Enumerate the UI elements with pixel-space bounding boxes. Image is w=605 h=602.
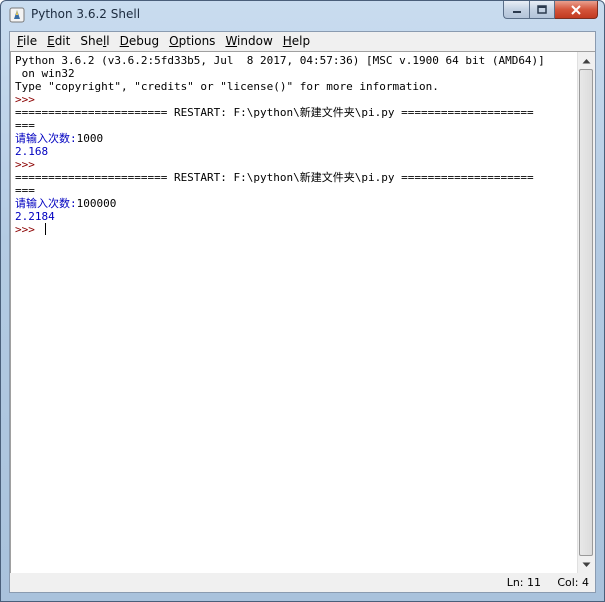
shell-text: on win32 [15, 67, 75, 80]
close-button[interactable] [555, 1, 598, 19]
close-icon [571, 4, 581, 15]
shell-text: 2.2184 [15, 210, 55, 223]
shell-text: ======================= RESTART: F:\pyth… [15, 106, 534, 119]
arrow-down-icon [582, 562, 591, 567]
shell-output: Python 3.6.2 (v3.6.2:5fd33b5, Jul 8 2017… [15, 54, 575, 573]
menu-debug[interactable]: Debug [115, 32, 164, 51]
text-cursor [44, 223, 46, 235]
shell-text-area[interactable]: Python 3.6.2 (v3.6.2:5fd33b5, Jul 8 2017… [10, 51, 595, 573]
shell-line: === [15, 184, 575, 197]
shell-line: 2.168 [15, 145, 575, 158]
idle-shell-window: Python 3.6.2 Shell File Edit Shell Debug Opt… [0, 0, 605, 602]
menu-shell[interactable]: Shell [75, 32, 114, 51]
window-title: Python 3.6.2 Shell [31, 7, 141, 21]
line-number-status: Ln: 11 [506, 576, 541, 589]
shell-text: ======================= RESTART: F:\pyth… [15, 171, 534, 184]
python-feather-icon [9, 7, 25, 23]
shell-line: ======================= RESTART: F:\pyth… [15, 171, 575, 184]
shell-line: 请输入次数:100000 [15, 197, 575, 210]
shell-prompt: >>> [15, 158, 42, 171]
menu-window[interactable]: Window [220, 32, 277, 51]
shell-text: 2.168 [15, 145, 49, 158]
arrow-up-icon [582, 58, 591, 63]
menu-options[interactable]: Options [164, 32, 220, 51]
shell-text: 请输入次数: [15, 132, 77, 145]
shell-line: >>> [15, 93, 575, 106]
title-bar[interactable]: Python 3.6.2 Shell [1, 1, 604, 29]
shell-prompt: >>> [15, 223, 42, 236]
shell-text: === [15, 184, 35, 197]
user-input: 1000 [76, 132, 104, 145]
menu-edit[interactable]: Edit [42, 32, 75, 51]
shell-line: >>> [15, 158, 575, 171]
maximize-button[interactable] [529, 1, 555, 19]
shell-line: 2.2184 [15, 210, 575, 223]
minimize-button[interactable] [503, 1, 529, 19]
column-number-status: Col: 4 [557, 576, 589, 589]
shell-line: >>> [15, 223, 575, 236]
scroll-thumb[interactable] [579, 69, 593, 556]
shell-text: Type "copyright", "credits" or "license(… [15, 80, 439, 93]
vertical-scrollbar[interactable] [577, 52, 595, 573]
shell-prompt: >>> [15, 93, 42, 106]
client-area: File Edit Shell Debug Options Window Help Pyth… [9, 31, 596, 593]
scroll-up-button[interactable] [578, 52, 595, 69]
shell-line: Type "copyright", "credits" or "license(… [15, 80, 575, 93]
menu-help[interactable]: Help [278, 32, 315, 51]
minimize-icon [512, 10, 521, 13]
user-input: 100000 [76, 197, 117, 210]
shell-text: Python 3.6.2 (v3.6.2:5fd33b5, Jul 8 2017… [15, 54, 545, 67]
menu-file[interactable]: File [12, 32, 42, 51]
menu-bar: File Edit Shell Debug Options Window Help [10, 32, 595, 51]
shell-line: on win32 [15, 67, 575, 80]
scroll-down-button[interactable] [578, 556, 595, 573]
shell-text: 请输入次数: [15, 197, 77, 210]
shell-text: === [15, 119, 35, 132]
maximize-icon [537, 5, 547, 14]
caption-buttons [503, 1, 598, 21]
shell-line: === [15, 119, 575, 132]
shell-line: Python 3.6.2 (v3.6.2:5fd33b5, Jul 8 2017… [15, 54, 575, 67]
status-bar: Ln: 11 Col: 4 [10, 573, 595, 592]
shell-line: 请输入次数:1000 [15, 132, 575, 145]
shell-line: ======================= RESTART: F:\pyth… [15, 106, 575, 119]
